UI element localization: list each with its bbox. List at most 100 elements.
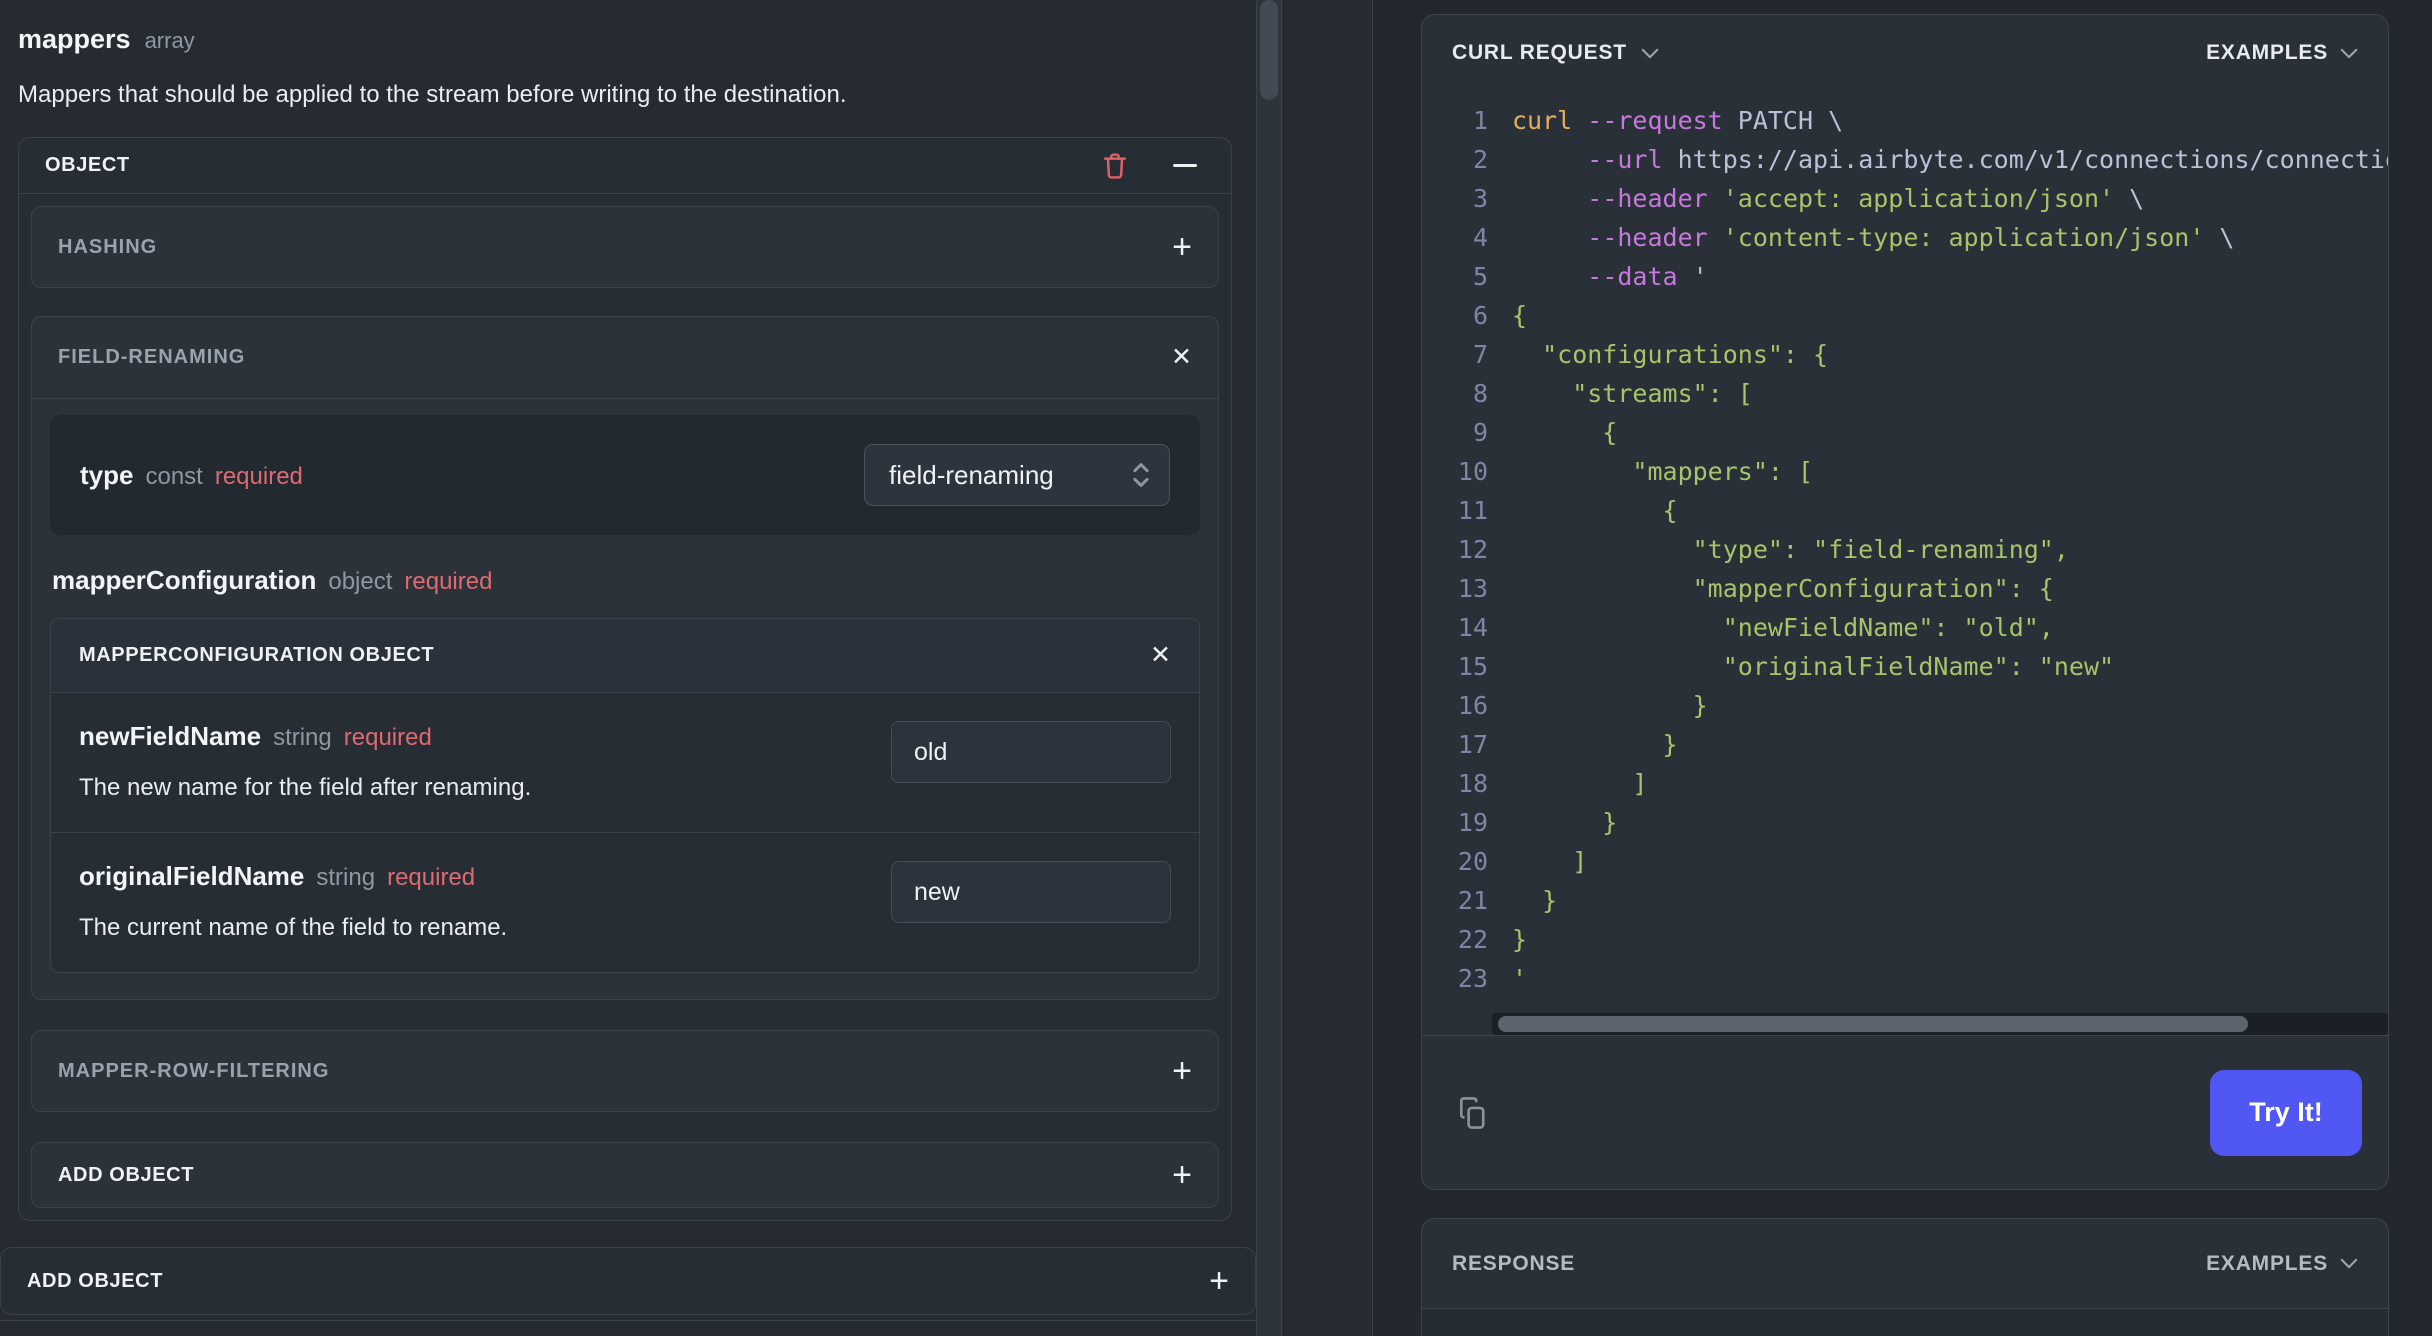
original-field-name-required-badge: required [387, 864, 476, 891]
field-type-badge: array [144, 28, 195, 53]
field-renaming-label: FIELD-RENAMING [58, 346, 246, 368]
original-field-name-label: originalFieldName [79, 861, 305, 891]
type-select[interactable]: field-renaming [864, 444, 1170, 506]
chevron-down-icon [2340, 1258, 2358, 1269]
mapper-configuration-header[interactable]: MAPPERCONFIGURATION OBJECT ✕ [51, 619, 1199, 693]
request-panel-footer: Try It! [1422, 1035, 2388, 1189]
code-line: 12 "type": "field-renaming", [1422, 530, 2388, 569]
field-description: Mappers that should be applied to the st… [18, 81, 847, 108]
response-panel: RESPONSE EXAMPLES [1421, 1218, 2389, 1336]
code-lines: 1 curl --request PATCH \ 2 --url https://a… [1422, 91, 2388, 1013]
select-chevrons-icon [1131, 459, 1151, 491]
curl-request-title: CURL REQUEST [1452, 41, 1627, 64]
curl-request-dropdown[interactable]: CURL REQUEST [1452, 41, 1659, 65]
response-examples-label: EXAMPLES [2206, 1251, 2328, 1275]
original-field-name-row: originalFieldName string required The cu… [51, 833, 1199, 972]
close-icon[interactable]: ✕ [1150, 643, 1171, 668]
original-field-name-input[interactable] [891, 861, 1171, 923]
code-line: 5 --data ' [1422, 257, 2388, 296]
object-card-body: HASHING + FIELD-RENAMING ✕ type const re… [19, 194, 1231, 1220]
mapper-configuration-required-badge: required [404, 568, 493, 595]
code-line: 7 "configurations": { [1422, 335, 2388, 374]
horizontal-scrollbar[interactable] [1492, 1013, 2388, 1035]
line-number: 1 [1472, 106, 1488, 135]
section-field-renaming: FIELD-RENAMING ✕ type const required fie… [31, 316, 1219, 1000]
type-property-kind: const [145, 462, 203, 490]
line-number: 13 [1457, 574, 1488, 603]
request-examples-dropdown[interactable]: EXAMPLES [2206, 41, 2358, 65]
add-object-outer-label: ADD OBJECT [27, 1269, 164, 1292]
divider [0, 1320, 1256, 1321]
line-number: 18 [1457, 769, 1488, 798]
line-number: 21 [1457, 886, 1488, 915]
try-it-button[interactable]: Try It! [2210, 1069, 2362, 1156]
mapper-configuration-object-card: MAPPERCONFIGURATION OBJECT ✕ newFieldNam… [50, 618, 1200, 973]
line-number: 2 [1472, 145, 1488, 174]
code-line: 6{ [1422, 296, 2388, 335]
type-required-badge: required [214, 462, 303, 490]
new-field-name-description: The new name for the field after renamin… [79, 774, 532, 801]
code-line: 15 "originalFieldName": "new" [1422, 647, 2388, 686]
horizontal-scrollbar-thumb[interactable] [1498, 1016, 2248, 1032]
line-number: 6 [1472, 301, 1488, 330]
mapper-configuration-property: mapperConfiguration object required [52, 565, 1200, 596]
add-object-outer-button[interactable]: ADD OBJECT + [0, 1247, 1256, 1315]
delete-object-button[interactable] [1095, 146, 1135, 186]
section-hashing[interactable]: HASHING + [31, 206, 1219, 288]
line-number: 3 [1472, 184, 1488, 213]
line-number: 20 [1457, 847, 1488, 876]
code-line: 23 ' [1422, 959, 2388, 998]
type-property-row: type const required field-renaming [50, 415, 1200, 535]
vertical-scrollbar[interactable] [1256, 0, 1282, 1336]
copy-code-button[interactable] [1448, 1088, 1498, 1138]
new-field-name-label: newFieldName [79, 721, 262, 751]
trash-icon [1100, 150, 1130, 182]
mapper-row-filtering-label: MAPPER-ROW-FILTERING [58, 1059, 330, 1082]
vertical-scrollbar-thumb[interactable] [1260, 0, 1278, 100]
field-title-row: mappers array [18, 24, 1256, 55]
response-body [1422, 1309, 2388, 1336]
plus-icon[interactable]: + [1172, 230, 1192, 264]
hashing-label: HASHING [58, 235, 158, 258]
section-mapper-row-filtering[interactable]: MAPPER-ROW-FILTERING + [31, 1030, 1219, 1112]
mapper-configuration-name: mapperConfiguration [52, 565, 317, 595]
type-property-name: type [80, 459, 134, 490]
add-object-inner-label: ADD OBJECT [58, 1163, 195, 1186]
code-line: 10 "mappers": [ [1422, 452, 2388, 491]
chevron-down-icon [1641, 48, 1659, 59]
plus-icon[interactable]: + [1172, 1054, 1192, 1088]
code-line: 2 --url https://api.airbyte.com/v1/conne… [1422, 140, 2388, 179]
line-number: 11 [1457, 496, 1488, 525]
response-title: RESPONSE [1452, 1251, 1576, 1275]
request-examples-label: EXAMPLES [2206, 41, 2328, 64]
new-field-name-row: newFieldName string required The new nam… [51, 693, 1199, 833]
minus-icon [1173, 164, 1197, 167]
code-line: 1 curl --request PATCH \ [1422, 101, 2388, 140]
copy-icon [1455, 1094, 1491, 1132]
new-field-name-input[interactable] [891, 721, 1171, 783]
line-number: 15 [1457, 652, 1488, 681]
response-examples-dropdown[interactable]: EXAMPLES [2206, 1252, 2358, 1276]
array-item-object-card: OBJECT HASHING + FIELD-RENAMING ✕ type c… [18, 137, 1232, 1221]
line-number: 17 [1457, 730, 1488, 759]
plus-icon: + [1209, 1262, 1229, 1300]
field-renaming-header[interactable]: FIELD-RENAMING ✕ [32, 317, 1218, 399]
code-line: 13 "mapperConfiguration": { [1422, 569, 2388, 608]
add-object-inner-button[interactable]: ADD OBJECT + [31, 1142, 1219, 1208]
code-line: 3 --header 'accept: application/json' \ [1422, 179, 2388, 218]
close-icon[interactable]: ✕ [1171, 345, 1192, 370]
line-number: 5 [1472, 262, 1488, 291]
line-number: 22 [1457, 925, 1488, 954]
object-card-header[interactable]: OBJECT [19, 138, 1231, 194]
original-field-name-description: The current name of the field to rename. [79, 914, 508, 941]
line-number: 8 [1472, 379, 1488, 408]
collapse-object-button[interactable] [1165, 146, 1205, 186]
mapper-configuration-title: MAPPERCONFIGURATION OBJECT [79, 644, 435, 666]
code-line: 4 --header 'content-type: application/js… [1422, 218, 2388, 257]
code-line: 9 { [1422, 413, 2388, 452]
mapper-configuration-kind: object [328, 568, 393, 595]
line-number: 19 [1457, 808, 1488, 837]
plus-icon: + [1172, 1156, 1192, 1194]
code-line: 16 } [1422, 686, 2388, 725]
code-column: CURL REQUEST EXAMPLES 1 curl --request PA… [1372, 0, 2432, 1336]
